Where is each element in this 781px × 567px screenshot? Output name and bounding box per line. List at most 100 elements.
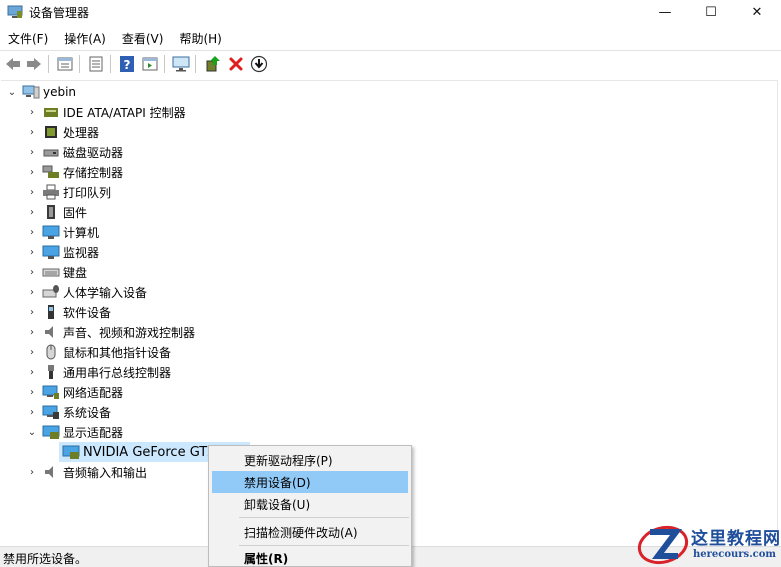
update-driver-button[interactable]: [203, 54, 223, 74]
chevron-right-icon[interactable]: ›: [25, 282, 39, 302]
keyboard-icon: [42, 264, 60, 280]
watermark-url: herecours.com: [693, 549, 777, 560]
firmware-icon: [42, 204, 60, 220]
speaker-icon: [42, 464, 60, 480]
tree-item-software-devices[interactable]: › 软件设备: [25, 302, 111, 322]
menu-help[interactable]: 帮助(H): [171, 28, 229, 48]
properties-button[interactable]: [55, 54, 75, 74]
display-adapter-icon: [42, 424, 60, 440]
download-icon: [250, 55, 268, 73]
chevron-down-icon[interactable]: ⌄: [5, 82, 19, 102]
tree-item-audio-io[interactable]: › 音频输入和输出: [25, 462, 147, 482]
tree-item-computer[interactable]: › 计算机: [25, 222, 99, 242]
watermark-title: 这里教程网: [691, 529, 781, 549]
ide-controller-icon: [42, 104, 60, 120]
toolbar-separator: [195, 55, 196, 73]
menu-separator: [239, 517, 409, 518]
tree-item-display-adapters[interactable]: ⌄ 显示适配器: [25, 422, 123, 442]
tree-item-system-devices[interactable]: › 系统设备: [25, 402, 111, 422]
menu-item-update-driver[interactable]: 更新驱动程序(P): [212, 449, 408, 471]
help-button[interactable]: ?: [117, 54, 137, 74]
details-button[interactable]: [86, 54, 106, 74]
watermark-logo-icon: [637, 525, 689, 565]
close-icon: ✕: [751, 4, 763, 20]
chevron-right-icon[interactable]: ›: [25, 322, 39, 342]
tree-item-storage-controllers[interactable]: › 存储控制器: [25, 162, 123, 182]
tree-item-label: 磁盘驱动器: [63, 145, 124, 160]
device-manager-icon: [7, 5, 23, 18]
tree-item-label: IDE ATA/ATAPI 控制器: [63, 105, 186, 120]
tree-item-print-queues[interactable]: › 打印队列: [25, 182, 111, 202]
chevron-right-icon[interactable]: ›: [25, 122, 39, 142]
maximize-icon: ☐: [705, 4, 717, 20]
chevron-right-icon[interactable]: ›: [25, 202, 39, 222]
chevron-right-icon[interactable]: ›: [25, 102, 39, 122]
display-adapter-icon: [62, 444, 80, 460]
back-button[interactable]: [3, 54, 23, 74]
tree-item-network-adapters[interactable]: › 网络适配器: [25, 382, 123, 402]
tree-item-firmware[interactable]: › 固件: [25, 202, 87, 222]
watermark: 这里教程网 herecours.com: [636, 520, 781, 567]
tree-item-usb[interactable]: › 通用串行总线控制器: [25, 362, 171, 382]
status-text: 禁用所选设备。: [3, 552, 88, 566]
tree-item-mice[interactable]: › 鼠标和其他指针设备: [25, 342, 171, 362]
menu-item-uninstall-device[interactable]: 卸载设备(U): [212, 493, 408, 515]
menu-file[interactable]: 文件(F): [0, 28, 56, 48]
uninstall-device-button[interactable]: [226, 54, 246, 74]
tree-item-hid[interactable]: › 人体学输入设备: [25, 282, 147, 302]
update-driver-icon: [206, 56, 220, 72]
chevron-right-icon[interactable]: ›: [25, 302, 39, 322]
tree-item-label: 系统设备: [63, 405, 112, 420]
help-icon: ?: [120, 56, 134, 72]
tree-item-keyboards[interactable]: › 键盘: [25, 262, 87, 282]
menu-item-properties[interactable]: 属性(R): [212, 549, 408, 567]
tree-item-monitors[interactable]: › 监视器: [25, 242, 99, 262]
maximize-button[interactable]: ☐: [688, 0, 734, 24]
svg-text:?: ?: [124, 58, 131, 72]
tree-item-label: 人体学输入设备: [63, 285, 148, 300]
minimize-icon: —: [658, 4, 672, 20]
chevron-right-icon[interactable]: ›: [25, 142, 39, 162]
chevron-right-icon[interactable]: ›: [25, 262, 39, 282]
mouse-icon: [42, 344, 60, 360]
menu-view[interactable]: 查看(V): [114, 28, 172, 48]
disk-drive-icon: [42, 144, 60, 160]
chevron-down-icon[interactable]: ⌄: [25, 422, 39, 442]
install-button[interactable]: [249, 54, 269, 74]
tree-item-disk-drives[interactable]: › 磁盘驱动器: [25, 142, 123, 162]
tree-root-node[interactable]: ⌄ yebin: [5, 82, 76, 102]
tree-item-sound[interactable]: › 声音、视频和游戏控制器: [25, 322, 195, 342]
tree-item-label: 音频输入和输出: [63, 465, 148, 480]
speaker-icon: [42, 324, 60, 340]
scan-hardware-button[interactable]: [171, 54, 191, 74]
menu-action[interactable]: 操作(A): [56, 28, 114, 48]
chevron-right-icon[interactable]: ›: [25, 182, 39, 202]
chevron-right-icon[interactable]: ›: [25, 362, 39, 382]
printer-icon: [42, 184, 60, 200]
details-icon: [89, 56, 103, 72]
chevron-right-icon[interactable]: ›: [25, 462, 39, 482]
chevron-right-icon[interactable]: ›: [25, 222, 39, 242]
toolbar-separator: [79, 55, 80, 73]
toolbar-separator: [48, 55, 49, 73]
chevron-right-icon[interactable]: ›: [25, 342, 39, 362]
usb-icon: [42, 364, 60, 380]
properties-icon: [57, 57, 73, 71]
computer-icon: [42, 224, 60, 240]
minimize-button[interactable]: —: [642, 0, 688, 24]
chevron-right-icon[interactable]: ›: [25, 162, 39, 182]
forward-button[interactable]: [24, 54, 44, 74]
gpu-label: NVIDIA GeForce GTX: [83, 444, 217, 460]
tree-item-ide[interactable]: › IDE ATA/ATAPI 控制器: [25, 102, 186, 122]
close-button[interactable]: ✕: [734, 0, 780, 24]
tree-item-label: 存储控制器: [63, 165, 124, 180]
chevron-right-icon[interactable]: ›: [25, 382, 39, 402]
menu-item-scan-hardware[interactable]: 扫描检测硬件改动(A): [212, 521, 408, 543]
tree-item-processor[interactable]: › 处理器: [25, 122, 99, 142]
chevron-right-icon[interactable]: ›: [25, 242, 39, 262]
action-pane-button[interactable]: [140, 54, 160, 74]
chevron-right-icon[interactable]: ›: [25, 402, 39, 422]
tree-item-label: 网络适配器: [63, 385, 124, 400]
menu-item-disable-device[interactable]: 禁用设备(D): [212, 471, 408, 493]
tree-item-label: 处理器: [63, 125, 100, 140]
